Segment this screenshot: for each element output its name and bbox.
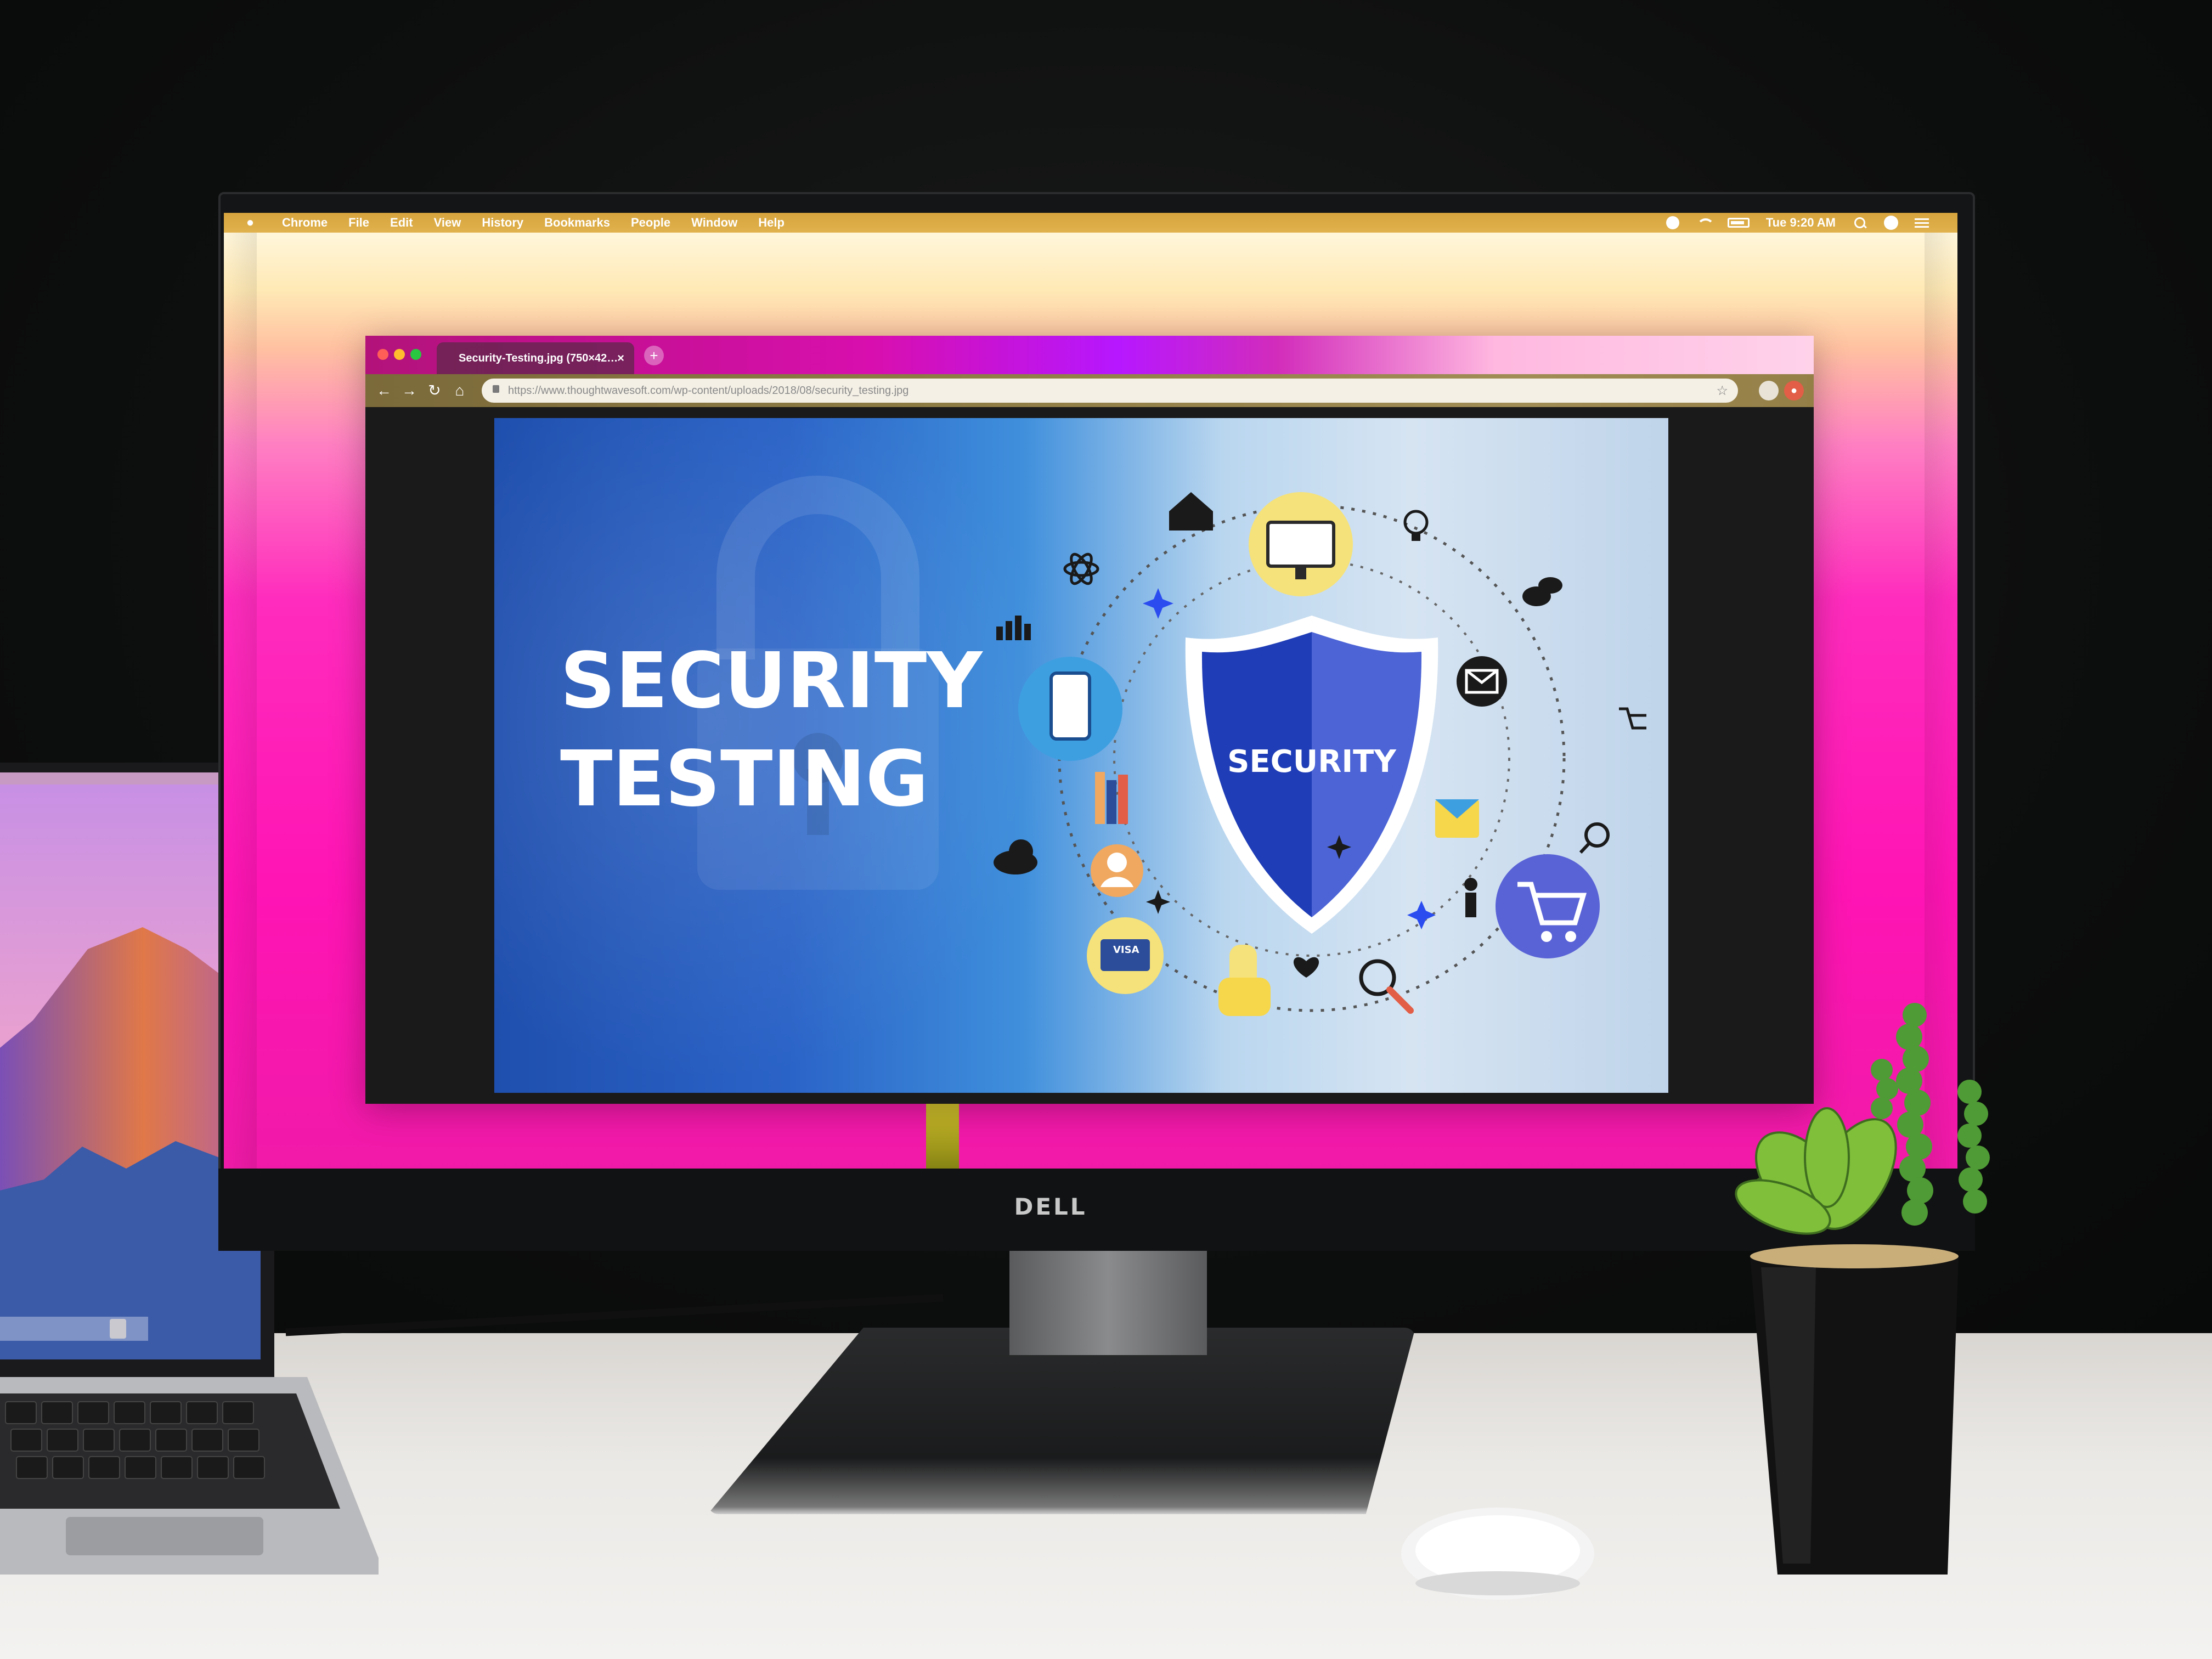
- magnifier-icon: [1359, 959, 1414, 1014]
- heart-icon: [1293, 957, 1319, 978]
- address-bar[interactable]: https://www.thoughtwavesoft.com/wp-conte…: [482, 379, 1738, 403]
- shield-label: SECURITY: [1227, 744, 1397, 780]
- forward-arrow-icon[interactable]: →: [400, 382, 418, 399]
- bar-chart-icon: [996, 616, 1031, 640]
- browser-toolbar: ← → ↻ ⌂ https://www.thoughtwavesoft.com/…: [365, 374, 1814, 407]
- atom-icon: [1063, 552, 1099, 585]
- tab-close-icon[interactable]: ×: [617, 351, 624, 365]
- cloud-icon: [994, 839, 1037, 874]
- macos-menubar: ● Chrome File Edit View History Bookmark…: [224, 213, 1957, 233]
- address-bar-url: https://www.thoughtwavesoft.com/wp-conte…: [508, 384, 909, 397]
- new-tab-button[interactable]: +: [644, 346, 664, 365]
- window-zoom-button[interactable]: [410, 349, 421, 360]
- books-icon: [1095, 772, 1128, 824]
- extension-icon[interactable]: [1759, 381, 1779, 400]
- user-avatar-icon[interactable]: [1884, 216, 1898, 230]
- menu-window[interactable]: Window: [691, 216, 737, 230]
- chat-bubbles-icon: [1522, 577, 1562, 606]
- slide-title-line1: SECURITY: [560, 636, 983, 726]
- reload-icon[interactable]: ↻: [426, 382, 443, 399]
- monitor-chin: [218, 1169, 1975, 1251]
- back-arrow-icon[interactable]: ←: [375, 382, 393, 399]
- folder-icon: [1435, 799, 1479, 838]
- shopping-cart-icon: [1496, 854, 1600, 958]
- menubar-clock[interactable]: Tue 9:20 AM: [1766, 216, 1836, 230]
- security-testing-image: SECURITY TESTING SECURITY VISA: [494, 418, 1668, 1093]
- menu-bookmarks[interactable]: Bookmarks: [544, 216, 610, 230]
- menubar-status-area: Tue 9:20 AM: [1666, 213, 1930, 233]
- credit-card-label: VISA: [1113, 944, 1139, 956]
- airplay-icon[interactable]: [1666, 216, 1679, 229]
- home-icon[interactable]: ⌂: [451, 382, 469, 399]
- apple-menu-icon[interactable]: ●: [239, 215, 261, 230]
- small-cart-icon: [1619, 707, 1646, 730]
- person-icon: [1464, 878, 1477, 917]
- tablet-icon: [1018, 657, 1122, 761]
- tab-strip: Security-Testing.jpg (750×42… × +: [365, 336, 1814, 374]
- spotlight-search-icon[interactable]: [1852, 217, 1867, 228]
- monitor-icon: [1249, 492, 1353, 596]
- menu-view[interactable]: View: [434, 216, 461, 230]
- window-close-button[interactable]: [377, 349, 388, 360]
- window-minimize-button[interactable]: [394, 349, 405, 360]
- menu-people[interactable]: People: [631, 216, 670, 230]
- magic-mouse[interactable]: [1399, 1503, 1596, 1602]
- tab-title: Security-Testing.jpg (750×42…: [459, 352, 618, 364]
- home-icon: [1169, 492, 1213, 531]
- menu-edit[interactable]: Edit: [390, 216, 413, 230]
- burros-tail-stems: [1871, 1003, 1990, 1226]
- monitor-screen: ● Chrome File Edit View History Bookmark…: [224, 213, 1957, 1178]
- menu-history[interactable]: History: [482, 216, 523, 230]
- bookmark-star-icon[interactable]: ☆: [1716, 383, 1728, 399]
- slide-title-line2: TESTING: [560, 735, 929, 825]
- menu-help[interactable]: Help: [758, 216, 785, 230]
- profile-icon[interactable]: ●: [1784, 381, 1804, 400]
- monitor-brand-logo: DELL: [1014, 1193, 1087, 1220]
- email-icon: [1457, 656, 1507, 707]
- menu-chrome[interactable]: Chrome: [282, 216, 328, 230]
- plant-soil: [1750, 1244, 1959, 1268]
- succulent-rosette: [1735, 1107, 1897, 1235]
- image-viewport: SECURITY TESTING SECURITY VISA: [365, 407, 1814, 1104]
- laptop-trackpad[interactable]: [66, 1517, 263, 1555]
- credit-card-icon: VISA: [1087, 917, 1164, 994]
- chrome-window: Security-Testing.jpg (750×42… × + ← → ↻ …: [365, 336, 1814, 1104]
- trash-icon[interactable]: [110, 1319, 126, 1339]
- screen-edge-left: [224, 213, 257, 1178]
- hand-pointer-icon: [1218, 945, 1271, 1016]
- lightbulb-icon: [1403, 510, 1429, 541]
- slide-title: SECURITY TESTING: [560, 632, 983, 828]
- battery-icon[interactable]: [1727, 218, 1750, 228]
- potted-plant: [1735, 1003, 1990, 1575]
- user-avatar-icon: [1091, 844, 1143, 897]
- menu-file[interactable]: File: [348, 216, 369, 230]
- page-info-icon[interactable]: [493, 385, 499, 393]
- search-icon: [1579, 822, 1610, 854]
- security-infographic: SECURITY VISA: [994, 492, 1646, 1016]
- notification-center-icon[interactable]: [1915, 217, 1930, 228]
- wifi-icon[interactable]: [1696, 217, 1714, 228]
- browser-tab-active[interactable]: Security-Testing.jpg (750×42… ×: [437, 342, 634, 374]
